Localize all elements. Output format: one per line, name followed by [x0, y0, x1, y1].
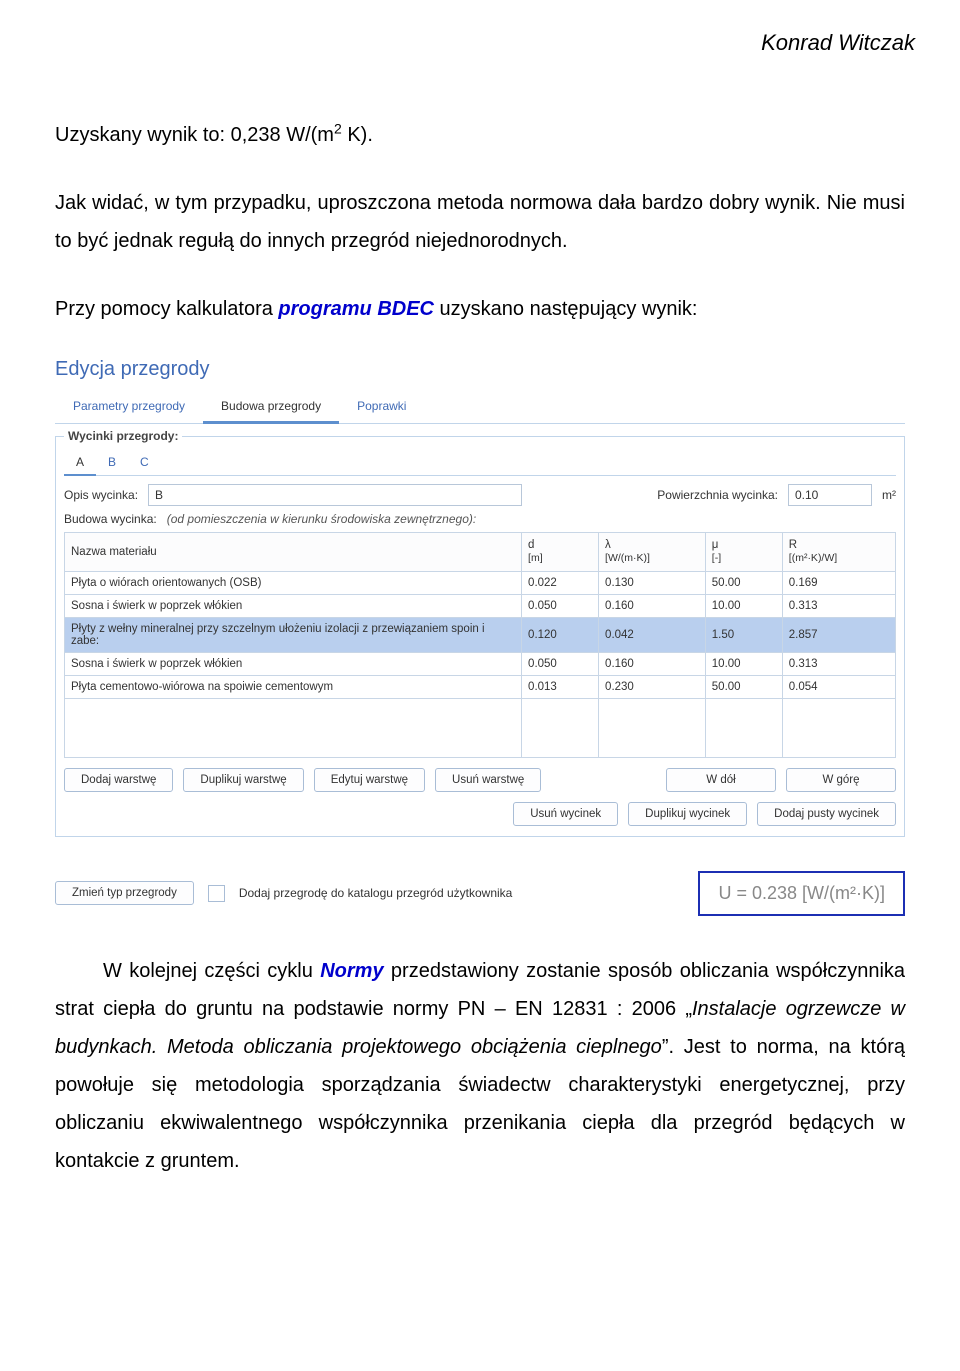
paragraph-4: W kolejnej części cyklu Normy przedstawi…: [55, 952, 905, 1180]
table-cell: 0.022: [522, 571, 599, 594]
table-cell: 0.050: [522, 594, 599, 617]
catalog-checkbox[interactable]: [208, 885, 225, 902]
dup-layer-button[interactable]: Duplikuj warstwę: [183, 768, 303, 792]
table-blank-row: [65, 698, 896, 757]
table-cell: 0.160: [599, 594, 706, 617]
table-row[interactable]: Płyta cementowo-wiórowa na spoiwie cemen…: [65, 675, 896, 698]
table-cell: 0.160: [599, 652, 706, 675]
table-row[interactable]: Sosna i świerk w poprzek włókien0.0500.1…: [65, 594, 896, 617]
u-result-value: U = 0.238 [W/(m²·K)]: [699, 872, 904, 915]
col-r[interactable]: R[(m²·K)/W]: [782, 533, 895, 572]
opis-input[interactable]: [148, 484, 522, 506]
col-lambda[interactable]: λ[W/(m·K)]: [599, 533, 706, 572]
opis-label: Opis wycinka:: [64, 488, 138, 502]
pow-unit: m²: [882, 488, 896, 502]
table-cell: 2.857: [782, 617, 895, 652]
app-screenshot-region: Edycja przegrody Parametry przegrody Bud…: [55, 358, 905, 916]
table-cell: 0.050: [522, 652, 599, 675]
tab-poprawki[interactable]: Poprawki: [339, 391, 424, 423]
table-cell: 0.120: [522, 617, 599, 652]
table-row[interactable]: Płyta o wiórach orientowanych (OSB)0.022…: [65, 571, 896, 594]
paragraph-1: Uzyskany wynik to: 0,238 W/(m2 K).: [55, 116, 905, 154]
table-cell: 0.054: [782, 675, 895, 698]
col-name[interactable]: Nazwa materiału: [65, 533, 522, 572]
program-bdec-link[interactable]: programu BDEC: [278, 298, 434, 320]
edit-layer-button[interactable]: Edytuj warstwę: [314, 768, 425, 792]
budowa-note: (od pomieszczenia w kierunku środowiska …: [167, 512, 476, 526]
del-slice-button[interactable]: Usuń wycinek: [513, 802, 618, 826]
table-cell: [65, 698, 522, 757]
app-title: Edycja przegrody: [55, 358, 905, 381]
add-slice-button[interactable]: Dodaj pusty wycinek: [757, 802, 896, 826]
paragraph-2: Jak widać, w tym przypadku, uproszczona …: [55, 184, 905, 260]
slice-button-row: Usuń wycinek Duplikuj wycinek Dodaj pust…: [64, 802, 896, 826]
table-cell: 0.130: [599, 571, 706, 594]
subtab-b[interactable]: B: [96, 449, 128, 475]
normy-link[interactable]: Normy: [320, 960, 383, 982]
change-type-button[interactable]: Zmień typ przegrody: [55, 881, 194, 905]
table-cell: 0.313: [782, 652, 895, 675]
author-name: Konrad Witczak: [55, 30, 915, 56]
up-button[interactable]: W górę: [786, 768, 896, 792]
budowa-label: Budowa wycinka:: [64, 512, 157, 526]
down-button[interactable]: W dół: [666, 768, 776, 792]
table-cell: [599, 698, 706, 757]
table-cell: 50.00: [705, 571, 782, 594]
dup-slice-button[interactable]: Duplikuj wycinek: [628, 802, 747, 826]
app-footer-row: Zmień typ przegrody Dodaj przegrodę do k…: [55, 871, 905, 916]
tab-budowa[interactable]: Budowa przegrody: [203, 391, 339, 423]
table-cell: 0.013: [522, 675, 599, 698]
layer-button-row: Dodaj warstwę Duplikuj warstwę Edytuj wa…: [64, 768, 896, 792]
table-cell: 0.169: [782, 571, 895, 594]
table-cell: 0.230: [599, 675, 706, 698]
table-cell: 0.313: [782, 594, 895, 617]
tab-parametry[interactable]: Parametry przegrody: [55, 391, 203, 423]
p3-text-b: uzyskano następujący wynik:: [434, 298, 697, 320]
u-result-box: U = 0.238 [W/(m²·K)]: [698, 871, 905, 916]
table-cell: [705, 698, 782, 757]
table-cell: Płyty z wełny mineralnej przy szczelnym …: [65, 617, 522, 652]
table-cell: Sosna i świerk w poprzek włókien: [65, 594, 522, 617]
p4-text-a: W kolejnej części cyklu: [103, 960, 320, 982]
col-mu[interactable]: μ[-]: [705, 533, 782, 572]
table-cell: 50.00: [705, 675, 782, 698]
table-cell: 1.50: [705, 617, 782, 652]
subtab-bar: A B C: [64, 449, 896, 476]
p1-text-a: Uzyskany wynik to: 0,238 W/(m: [55, 124, 334, 146]
del-layer-button[interactable]: Usuń warstwę: [435, 768, 541, 792]
table-cell: Płyta o wiórach orientowanych (OSB): [65, 571, 522, 594]
p1-superscript: 2: [334, 120, 342, 136]
table-cell: 10.00: [705, 652, 782, 675]
pow-label: Powierzchnia wycinka:: [657, 488, 778, 502]
table-cell: 10.00: [705, 594, 782, 617]
catalog-label: Dodaj przegrodę do katalogu przegród uży…: [239, 886, 513, 900]
subtab-a[interactable]: A: [64, 449, 96, 475]
table-cell: Sosna i świerk w poprzek włókien: [65, 652, 522, 675]
wycinki-legend: Wycinki przegrody:: [64, 429, 182, 443]
wycinki-fieldset: Wycinki przegrody: A B C Opis wycinka: P…: [55, 436, 905, 837]
add-layer-button[interactable]: Dodaj warstwę: [64, 768, 173, 792]
materials-table: Nazwa materiału d[m] λ[W/(m·K)] μ[-] R[(…: [64, 532, 896, 758]
p1-text-b: K).: [342, 124, 373, 146]
main-tab-bar: Parametry przegrody Budowa przegrody Pop…: [55, 391, 905, 424]
p3-text-a: Przy pomocy kalkulatora: [55, 298, 278, 320]
table-cell: 0.042: [599, 617, 706, 652]
col-d[interactable]: d[m]: [522, 533, 599, 572]
table-row[interactable]: Sosna i świerk w poprzek włókien0.0500.1…: [65, 652, 896, 675]
subtab-c[interactable]: C: [128, 449, 161, 475]
pow-input[interactable]: [788, 484, 872, 506]
paragraph-3: Przy pomocy kalkulatora programu BDEC uz…: [55, 290, 905, 328]
table-row[interactable]: Płyty z wełny mineralnej przy szczelnym …: [65, 617, 896, 652]
table-cell: Płyta cementowo-wiórowa na spoiwie cemen…: [65, 675, 522, 698]
table-cell: [522, 698, 599, 757]
table-cell: [782, 698, 895, 757]
